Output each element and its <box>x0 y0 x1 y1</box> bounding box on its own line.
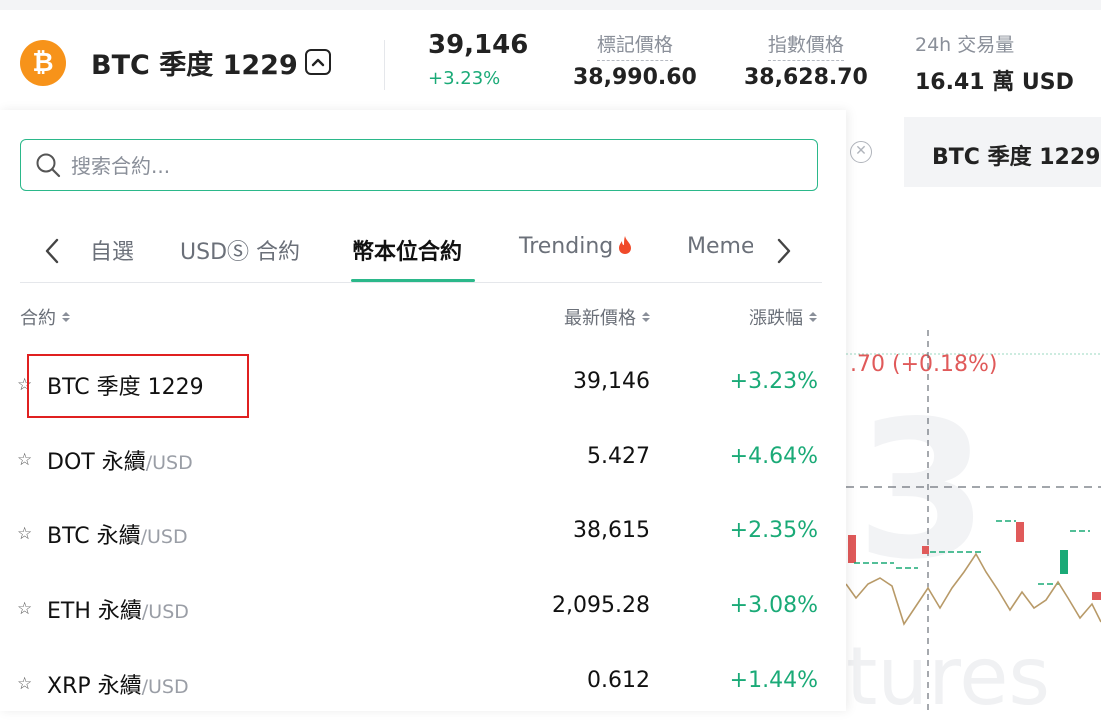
tab-usds-contracts[interactable]: USDⓈ 合約 <box>180 234 300 266</box>
row-symbol: XRP 永續/USD <box>47 674 189 699</box>
star-icon[interactable]: ☆ <box>17 450 32 470</box>
column-header-change[interactable]: 漲跌幅 <box>749 304 818 330</box>
volume-stat: 24h 交易量 16.41 萬 USD <box>915 30 1074 96</box>
bitcoin-logo-icon: ₿ <box>20 40 66 86</box>
row-price: 39,146 <box>573 369 650 394</box>
table-row[interactable]: ☆ DOT 永續/USD 5.427 +4.64% <box>0 422 846 496</box>
category-tabs: 自選 USDⓈ 合約 幣本位合約 Trending Meme <box>20 224 822 283</box>
fire-icon <box>619 236 632 254</box>
mark-price-value: 38,990.60 <box>573 65 697 90</box>
header-divider <box>384 40 385 90</box>
row-symbol: ETH 永續/USD <box>47 599 189 624</box>
candle <box>922 546 929 554</box>
row-price: 0.612 <box>587 668 650 693</box>
star-icon[interactable]: ☆ <box>17 524 32 544</box>
chart-canvas[interactable] <box>846 110 1101 711</box>
last-change: +3.23% <box>428 68 501 89</box>
contract-header: ₿ BTC 季度 1229 39,146 +3.23% 標記價格 38,990.… <box>0 10 1101 110</box>
row-symbol: DOT 永續/USD <box>47 450 193 475</box>
index-price-stat: 指數價格 38,628.70 <box>744 30 868 90</box>
tab-trending[interactable]: Trending <box>519 234 633 259</box>
volume-label: 24h 交易量 <box>915 34 1015 56</box>
table-row[interactable]: ☆ XRP 永續/USD 0.612 +1.44% <box>0 646 846 720</box>
row-change: +2.35% <box>729 518 818 543</box>
sort-icon <box>642 312 650 322</box>
table-row[interactable]: ☆ ETH 永續/USD 2,095.28 +3.08% <box>0 571 846 645</box>
row-price: 5.427 <box>587 444 650 469</box>
search-icon <box>36 153 61 178</box>
star-icon[interactable]: ☆ <box>17 599 32 619</box>
last-price: 39,146 <box>428 30 529 60</box>
row-change: +1.44% <box>729 668 818 693</box>
index-price-label[interactable]: 指數價格 <box>767 30 844 61</box>
mark-price-label[interactable]: 標記價格 <box>596 30 673 61</box>
contract-title[interactable]: BTC 季度 1229 <box>91 43 298 82</box>
candle <box>1060 550 1068 574</box>
row-change: +3.08% <box>729 593 818 618</box>
active-tab-underline <box>351 279 475 282</box>
contract-selector-panel: 自選 USDⓈ 合約 幣本位合約 Trending Meme 合約 最新價格 漲… <box>0 110 846 711</box>
row-price: 2,095.28 <box>552 593 650 618</box>
chevron-up-icon <box>311 58 325 67</box>
top-strip <box>0 0 1101 10</box>
candle <box>848 535 856 563</box>
sort-icon <box>809 312 817 322</box>
column-header-last-price[interactable]: 最新價格 <box>564 304 651 330</box>
chevron-right-icon[interactable] <box>774 236 794 266</box>
tab-meme[interactable]: Meme <box>687 234 753 259</box>
row-change: +4.64% <box>729 444 818 469</box>
row-change: +3.23% <box>729 369 818 394</box>
star-icon[interactable]: ☆ <box>17 674 32 694</box>
tab-favorites[interactable]: 自選 <box>90 234 134 266</box>
price-chart-area: ✕ BTC 季度 1229 3 tures .70 (+0.18%) <box>846 110 1101 711</box>
row-price: 38,615 <box>573 518 650 543</box>
sort-icon <box>62 312 70 322</box>
column-header-contract[interactable]: 合約 <box>20 304 71 330</box>
search-input[interactable] <box>69 148 793 184</box>
row-symbol: BTC 永續/USD <box>47 524 188 549</box>
selected-row-highlight <box>27 354 249 418</box>
volume-value: 16.41 萬 USD <box>915 70 1074 95</box>
candle <box>1092 592 1101 600</box>
table-row[interactable]: ☆ BTC 永續/USD 38,615 +2.35% <box>0 496 846 570</box>
dropdown-toggle-button[interactable] <box>305 49 331 75</box>
search-box <box>20 139 818 191</box>
candle <box>1016 522 1024 542</box>
tab-coin-margined[interactable]: 幣本位合約 <box>352 234 462 266</box>
chevron-left-icon[interactable] <box>42 236 62 266</box>
index-price-value: 38,628.70 <box>744 65 868 90</box>
mark-price-stat: 標記價格 38,990.60 <box>573 30 697 90</box>
tab-trending-label: Trending <box>519 234 614 259</box>
